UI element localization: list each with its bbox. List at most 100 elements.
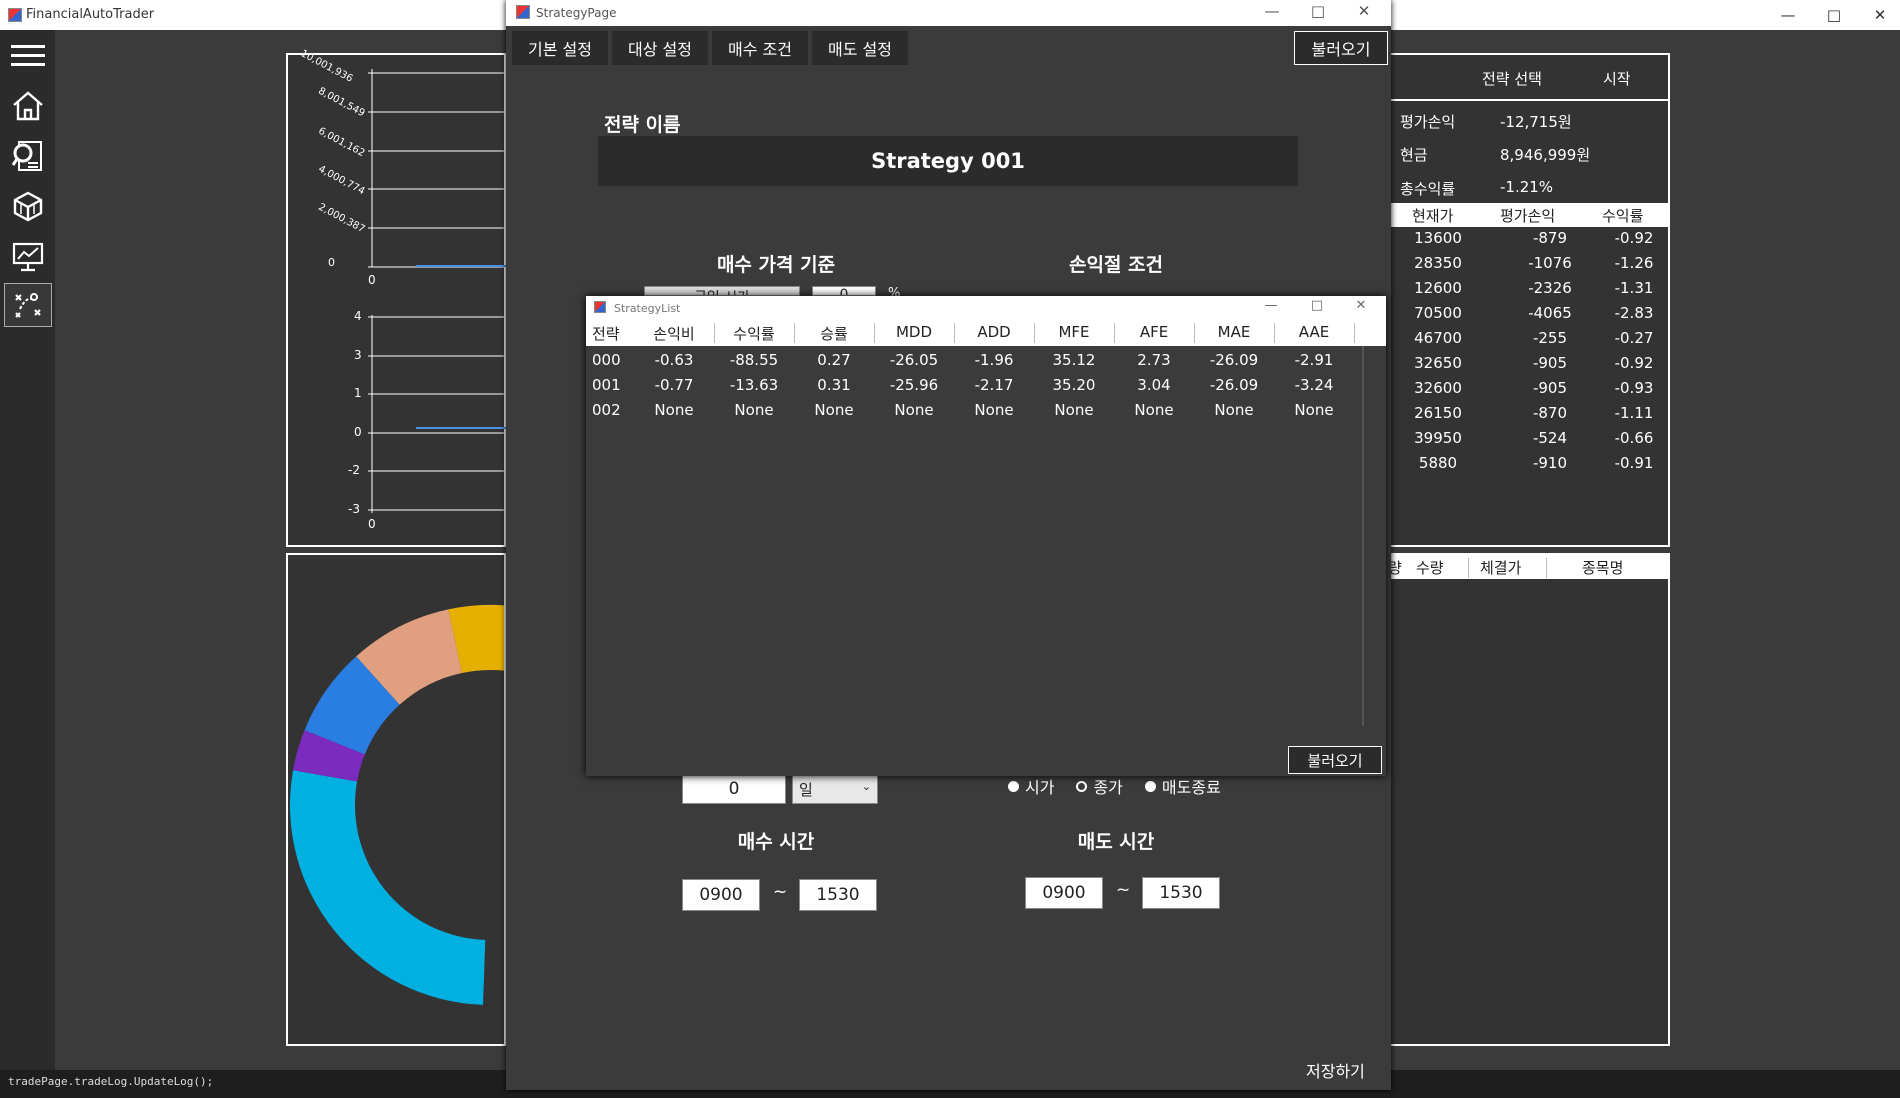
holding-cell: 5880 bbox=[1418, 454, 1458, 472]
minimize-button[interactable]: — bbox=[1250, 292, 1292, 318]
minimize-button[interactable]: — bbox=[1765, 0, 1811, 30]
column-header[interactable]: 전략 bbox=[592, 323, 632, 344]
buy-price-label: 매수 가격 기준 bbox=[716, 254, 836, 276]
column-header[interactable]: 승률 bbox=[794, 323, 874, 344]
radio-unselected-icon[interactable] bbox=[1076, 780, 1088, 792]
stop-condition-label: 손익절 조건 bbox=[1068, 254, 1163, 276]
cube-button[interactable] bbox=[4, 184, 52, 228]
trade-chart-button[interactable] bbox=[4, 234, 52, 278]
home-button[interactable] bbox=[4, 84, 52, 128]
buy-time-from-input[interactable]: 0900 bbox=[682, 879, 760, 911]
code-line: tradePage.tradeLog.UpdateLog(); bbox=[8, 1075, 214, 1088]
holding-cell: 39950 bbox=[1414, 429, 1462, 447]
summary-label: 현금 bbox=[1400, 146, 1428, 164]
holding-cell: 70500 bbox=[1414, 304, 1462, 322]
holding-cell: -879 bbox=[1532, 229, 1568, 247]
strategy-row[interactable]: 002 None None None None None None None None None bbox=[586, 398, 1362, 423]
strategy-cell: -0.63 bbox=[654, 351, 694, 369]
search-document-icon bbox=[11, 141, 42, 171]
period-unit-select[interactable]: 일 ⌄ bbox=[792, 774, 878, 804]
holding-cell: -0.93 bbox=[1614, 379, 1654, 397]
portfolio-donut-chart bbox=[289, 605, 504, 1005]
strategy-name-input[interactable]: Strategy 001 bbox=[598, 136, 1298, 186]
tab-target-settings[interactable]: 대상 설정 bbox=[612, 31, 708, 65]
close-button[interactable]: ✕ bbox=[1342, 0, 1386, 24]
close-button[interactable]: ✕ bbox=[1340, 292, 1382, 318]
summary-value: -12,715원 bbox=[1500, 113, 1572, 131]
trade-log-header: 량 수량 체결가 종목명 bbox=[1388, 555, 1668, 579]
donut-slice bbox=[289, 770, 486, 1005]
trade-log-panel: 량 수량 체결가 종목명 bbox=[1386, 553, 1670, 1046]
holding-cell: -2.83 bbox=[1614, 304, 1654, 322]
holding-cell: 32650 bbox=[1414, 354, 1462, 372]
column-header[interactable]: 수익률 bbox=[714, 323, 794, 344]
holding-cell: -1.31 bbox=[1614, 279, 1654, 297]
strategy-row[interactable]: 000 -0.63 -88.55 0.27 -26.05 -1.96 35.12 2.73 -2… bbox=[586, 348, 1362, 373]
strategy-button[interactable] bbox=[4, 283, 52, 327]
strategy-cell: None bbox=[894, 401, 934, 419]
column-header[interactable]: AAE bbox=[1274, 323, 1354, 341]
minimize-button[interactable]: — bbox=[1250, 0, 1294, 24]
maximize-button[interactable]: □ bbox=[1811, 0, 1857, 30]
radio-label[interactable]: 시가 bbox=[1025, 774, 1054, 798]
column-header[interactable]: MDD bbox=[874, 323, 954, 341]
column-divider bbox=[1546, 558, 1547, 578]
strategy-cell: None bbox=[1214, 401, 1254, 419]
strategy-row[interactable]: 001 -0.77 -13.63 0.31 -25.96 -2.17 35.20 3.04 -2… bbox=[586, 373, 1362, 398]
tab-basic-settings[interactable]: 기본 설정 bbox=[512, 31, 608, 65]
sell-time-from-input[interactable]: 0900 bbox=[1025, 877, 1103, 909]
radio-label[interactable]: 매도종료 bbox=[1162, 774, 1221, 798]
holding-cell: -2326 bbox=[1528, 279, 1572, 297]
buy-time-to-input[interactable]: 1530 bbox=[799, 879, 877, 911]
column-header: 종목명 bbox=[1582, 559, 1624, 577]
sell-time-label: 매도 시간 bbox=[1077, 831, 1155, 853]
app-icon bbox=[516, 5, 530, 19]
sell-time-to-input[interactable]: 1530 bbox=[1142, 877, 1220, 909]
holding-cell: -870 bbox=[1532, 404, 1568, 422]
column-header[interactable]: AFE bbox=[1114, 323, 1194, 341]
strategy-cell: 0.31 bbox=[817, 376, 851, 394]
menu-button[interactable] bbox=[4, 34, 52, 78]
search-report-button[interactable] bbox=[4, 134, 52, 178]
x-tick-label: 0 bbox=[368, 517, 376, 531]
maximize-button[interactable]: □ bbox=[1296, 292, 1338, 318]
column-header: 평가손익 bbox=[1500, 207, 1556, 225]
main-window-title: FinancialAutoTrader bbox=[26, 7, 155, 22]
radio-selected-icon[interactable] bbox=[1008, 780, 1019, 792]
strategy-icon bbox=[15, 293, 41, 318]
holding-cell: -905 bbox=[1532, 379, 1568, 397]
holding-cell: -0.66 bbox=[1614, 429, 1654, 447]
period-unit-value: 일 bbox=[799, 780, 813, 799]
tab-sell-settings[interactable]: 매도 설정 bbox=[812, 31, 908, 65]
column-header[interactable]: 손익비 bbox=[634, 323, 714, 344]
period-input[interactable]: 0 bbox=[682, 774, 786, 804]
buy-price-input[interactable]: 0 bbox=[812, 286, 876, 296]
close-button[interactable]: ✕ bbox=[1857, 0, 1900, 30]
home-icon bbox=[13, 91, 43, 121]
holding-cell: -0.92 bbox=[1614, 354, 1654, 372]
strategy-cell: None bbox=[1294, 401, 1334, 419]
start-button[interactable]: 시작 bbox=[1603, 68, 1631, 89]
tab-buy-conditions[interactable]: 매수 조건 bbox=[712, 31, 808, 65]
summary-label: 총수익률 bbox=[1400, 180, 1456, 198]
summary-value: -1.21% bbox=[1500, 178, 1554, 196]
account-panel: 전략 선택 시작 평가손익 -12,715원 현금 8,946,999원 총수익… bbox=[1386, 53, 1670, 547]
scrollbar-track[interactable] bbox=[1362, 346, 1364, 726]
load-strategy-button[interactable]: 불러오기 bbox=[1288, 746, 1382, 774]
maximize-button[interactable]: □ bbox=[1296, 0, 1340, 24]
column-header[interactable]: MFE bbox=[1034, 323, 1114, 341]
strategy-cell: -26.05 bbox=[889, 351, 939, 369]
buy-price-select[interactable]: 금일 시가 bbox=[644, 286, 800, 296]
strategy-cell: 0.27 bbox=[817, 351, 851, 369]
radio-label[interactable]: 종가 bbox=[1093, 774, 1122, 798]
column-header[interactable]: ADD bbox=[954, 323, 1034, 341]
sidebar bbox=[0, 30, 55, 1098]
load-button[interactable]: 불러오기 bbox=[1294, 31, 1388, 65]
strategy-cell: -13.63 bbox=[729, 376, 779, 394]
column-header[interactable]: MAE bbox=[1194, 323, 1274, 341]
radio-selected-icon[interactable] bbox=[1144, 780, 1156, 792]
strategy-select-button[interactable]: 전략 선택 bbox=[1482, 68, 1542, 89]
hamburger-icon bbox=[11, 45, 45, 66]
y-tick-label: 1 bbox=[354, 386, 362, 400]
save-button[interactable]: 저장하기 bbox=[1306, 1058, 1365, 1082]
